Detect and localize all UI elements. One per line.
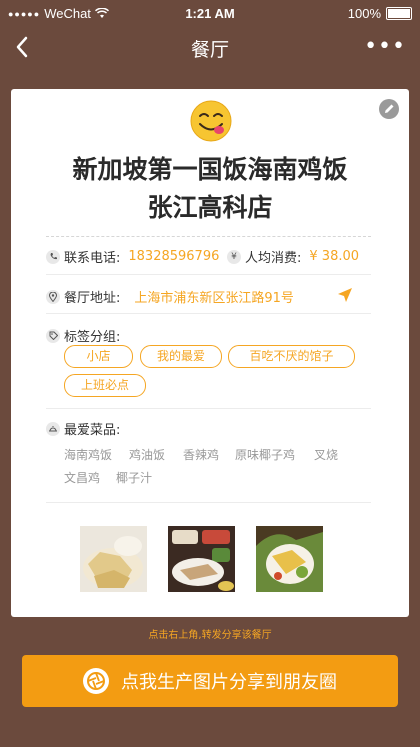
tag-icon: [46, 328, 60, 343]
tag-chip[interactable]: 我的最爱: [140, 345, 222, 368]
dish-item: 文昌鸡: [64, 471, 101, 485]
dishes-label: 最爱菜品:: [64, 423, 121, 438]
tags-label-row: 标签分组:: [46, 326, 120, 345]
tag-chip[interactable]: 百吃不厌的馆子: [228, 345, 355, 368]
battery-percent: 100%: [347, 6, 381, 21]
phone-number[interactable]: 18328596796: [128, 249, 219, 264]
address-label: 餐厅地址:: [64, 291, 121, 306]
dish-item: 鸡油饭: [129, 448, 166, 462]
battery-icon: [386, 7, 412, 20]
camera-aperture-icon: [83, 668, 109, 694]
avg-price-value: ¥ 38.00: [309, 249, 360, 264]
restaurant-card: 新加坡第一国饭海南鸡饭 张江高科店 联系电话: 18328596796 ¥ 人均…: [11, 89, 409, 617]
battery-info: 100%: [348, 6, 412, 21]
edit-button[interactable]: [379, 99, 399, 119]
divider: [46, 313, 371, 314]
restaurant-name-line1: 新加坡第一国饭海南鸡饭: [72, 155, 348, 184]
dish-photo[interactable]: [256, 526, 323, 592]
phone-icon: [46, 249, 60, 264]
dish-item: 椰子汁: [116, 471, 153, 485]
divider: [46, 502, 371, 503]
more-icon[interactable]: •••: [364, 36, 406, 58]
share-to-moments-button[interactable]: 点我生产图片分享到朋友圈: [22, 655, 398, 707]
divider: [46, 274, 371, 275]
share-hint: 点击右上角,转发分享该餐厅: [148, 630, 272, 641]
status-bar: ●●●●● WeChat 1:21 AM 100%: [0, 0, 420, 26]
tag-chip[interactable]: 上班必点: [64, 374, 146, 397]
yum-emoji-icon: [190, 100, 232, 142]
tag-chip[interactable]: 小店: [64, 345, 133, 368]
phone-row: 联系电话: 18328596796: [46, 247, 219, 266]
tags-label: 标签分组:: [64, 330, 121, 345]
address-row: 餐厅地址: 上海市浦东新区张江路91号: [46, 287, 294, 306]
address-value[interactable]: 上海市浦东新区张江路91号: [134, 287, 294, 306]
page-title: 餐厅: [190, 39, 229, 61]
restaurant-name: 新加坡第一国饭海南鸡饭 张江高科店: [11, 151, 409, 227]
divider: [46, 236, 371, 237]
dish-photo[interactable]: [168, 526, 235, 592]
dish-item: 海南鸡饭: [64, 448, 113, 462]
dish-photo[interactable]: [80, 526, 147, 592]
avg-price-row: ¥ 人均消费: ¥ 38.00: [227, 247, 359, 266]
phone-label: 联系电话:: [64, 251, 121, 266]
share-button-label: 点我生产图片分享到朋友圈: [121, 672, 337, 693]
dish-item: 香辣鸡: [183, 448, 220, 462]
avg-price-label: 人均消费:: [245, 251, 302, 266]
navigate-arrow-icon[interactable]: [337, 287, 353, 303]
dish-item: 原味椰子鸡: [235, 448, 296, 462]
pencil-icon: [385, 104, 394, 113]
dish-icon: [46, 421, 60, 436]
divider: [46, 408, 371, 409]
dish-item: 叉烧: [314, 448, 339, 462]
nav-bar: 餐厅 •••: [0, 26, 420, 70]
location-pin-icon: [46, 289, 60, 304]
dishes-label-row: 最爱菜品:: [46, 419, 120, 438]
restaurant-name-line2: 张江高科店: [147, 193, 273, 222]
yen-icon: ¥: [227, 249, 241, 264]
